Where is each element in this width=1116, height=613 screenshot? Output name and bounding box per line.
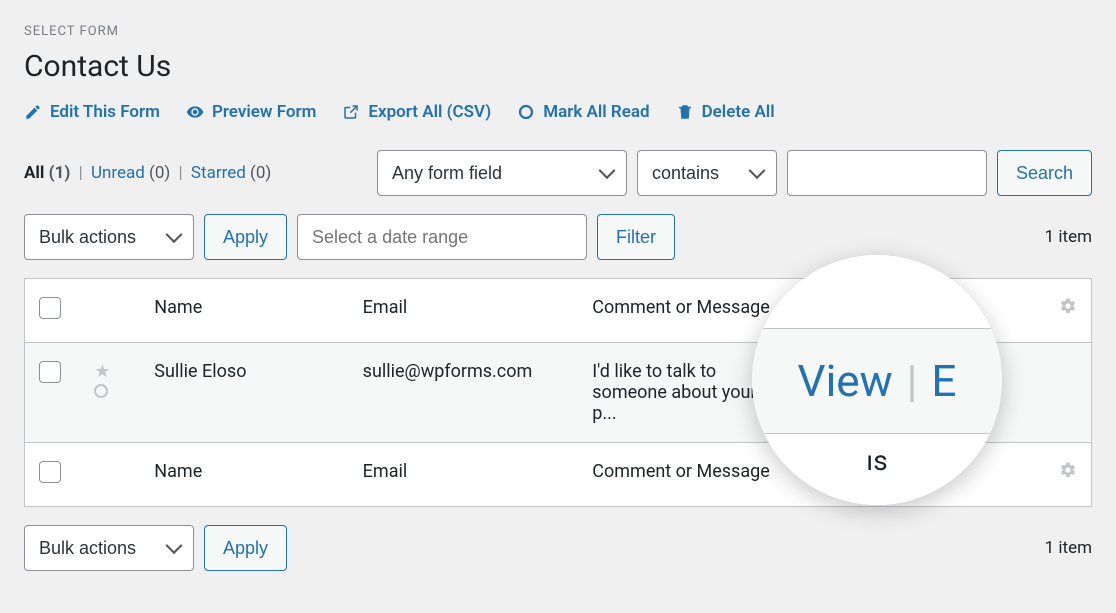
zoom-top-band bbox=[752, 255, 1002, 329]
status-all-count: (1) bbox=[49, 163, 71, 183]
zoom-mid-band: View | E bbox=[752, 329, 1002, 433]
filter-toolbar-upper: All (1) | Unread (0) | Starred (0) Any f… bbox=[24, 150, 1092, 196]
status-all[interactable]: All (1) bbox=[24, 163, 75, 183]
date-range-input[interactable] bbox=[297, 214, 587, 260]
zoom-view-link[interactable]: View bbox=[798, 355, 893, 407]
separator: | bbox=[79, 163, 83, 183]
edit-form-link[interactable]: Edit This Form bbox=[24, 102, 160, 122]
zoom-partial-text: E bbox=[931, 355, 956, 407]
delete-all-link[interactable]: Delete All bbox=[676, 102, 775, 122]
zoom-separator: | bbox=[907, 355, 918, 407]
star-icon[interactable]: ★ bbox=[94, 361, 110, 382]
status-unread-count: (0) bbox=[149, 163, 170, 183]
status-starred-label: Starred bbox=[191, 163, 246, 183]
col-email-foot[interactable]: Email bbox=[349, 443, 579, 507]
export-csv-link[interactable]: Export All (CSV) bbox=[342, 102, 491, 122]
bulk-actions-select-top[interactable]: Bulk actions bbox=[24, 214, 194, 260]
toolbar-bottom: Bulk actions Apply 1 item bbox=[24, 525, 1092, 571]
zoom-overlay: View | E ıs bbox=[752, 255, 1002, 505]
trash-icon bbox=[676, 103, 694, 121]
filter-button[interactable]: Filter bbox=[597, 214, 675, 260]
search-button[interactable]: Search bbox=[997, 150, 1092, 196]
page-title: Contact Us bbox=[24, 49, 1092, 84]
gear-icon[interactable] bbox=[1059, 299, 1077, 320]
select-all-checkbox-top[interactable] bbox=[39, 297, 61, 319]
mark-all-read-label: Mark All Read bbox=[543, 102, 649, 122]
edit-form-label: Edit This Form bbox=[50, 102, 160, 122]
preview-form-link[interactable]: Preview Form bbox=[186, 102, 316, 122]
zoom-bottom-snippet: ıs bbox=[866, 444, 887, 477]
search-input[interactable] bbox=[787, 150, 987, 196]
read-indicator-icon[interactable] bbox=[94, 384, 108, 398]
col-name[interactable]: Name bbox=[140, 279, 348, 343]
col-email[interactable]: Email bbox=[349, 279, 579, 343]
delete-all-label: Delete All bbox=[702, 102, 775, 122]
preview-form-label: Preview Form bbox=[212, 102, 316, 122]
col-message-foot[interactable]: Comment or Message bbox=[578, 443, 797, 507]
form-action-links: Edit This Form Preview Form Export All (… bbox=[24, 102, 1092, 122]
gear-icon[interactable] bbox=[1059, 463, 1077, 484]
select-form-label: SELECT FORM bbox=[24, 24, 1092, 39]
status-unread-label: Unread bbox=[91, 163, 145, 183]
status-unread[interactable]: Unread (0) bbox=[91, 163, 175, 183]
circle-icon bbox=[517, 103, 535, 121]
export-icon bbox=[342, 103, 360, 121]
separator: | bbox=[179, 163, 183, 183]
pencil-icon bbox=[24, 103, 42, 121]
filter-toolbar-lower: Bulk actions Apply Filter 1 item bbox=[24, 214, 1092, 260]
item-count-bottom: 1 item bbox=[1045, 538, 1092, 558]
cell-name: Sullie Eloso bbox=[140, 343, 348, 443]
mark-all-read-link[interactable]: Mark All Read bbox=[517, 102, 649, 122]
field-select[interactable]: Any form field bbox=[377, 150, 627, 196]
col-name-foot[interactable]: Name bbox=[140, 443, 348, 507]
comparison-select[interactable]: contains bbox=[637, 150, 777, 196]
select-all-checkbox-bottom[interactable] bbox=[39, 461, 61, 483]
status-all-label: All bbox=[24, 163, 44, 183]
bulk-actions-select-bottom[interactable]: Bulk actions bbox=[24, 525, 194, 571]
item-count-top: 1 item bbox=[1045, 227, 1092, 247]
status-starred[interactable]: Starred (0) bbox=[191, 163, 271, 183]
cell-email: sullie@wpforms.com bbox=[349, 343, 579, 443]
status-starred-count: (0) bbox=[250, 163, 271, 183]
status-tabs: All (1) | Unread (0) | Starred (0) bbox=[24, 163, 271, 183]
apply-button-bottom[interactable]: Apply bbox=[204, 525, 287, 571]
export-csv-label: Export All (CSV) bbox=[368, 102, 491, 122]
eye-icon bbox=[186, 103, 204, 121]
apply-button-top[interactable]: Apply bbox=[204, 214, 287, 260]
row-checkbox[interactable] bbox=[39, 361, 61, 383]
